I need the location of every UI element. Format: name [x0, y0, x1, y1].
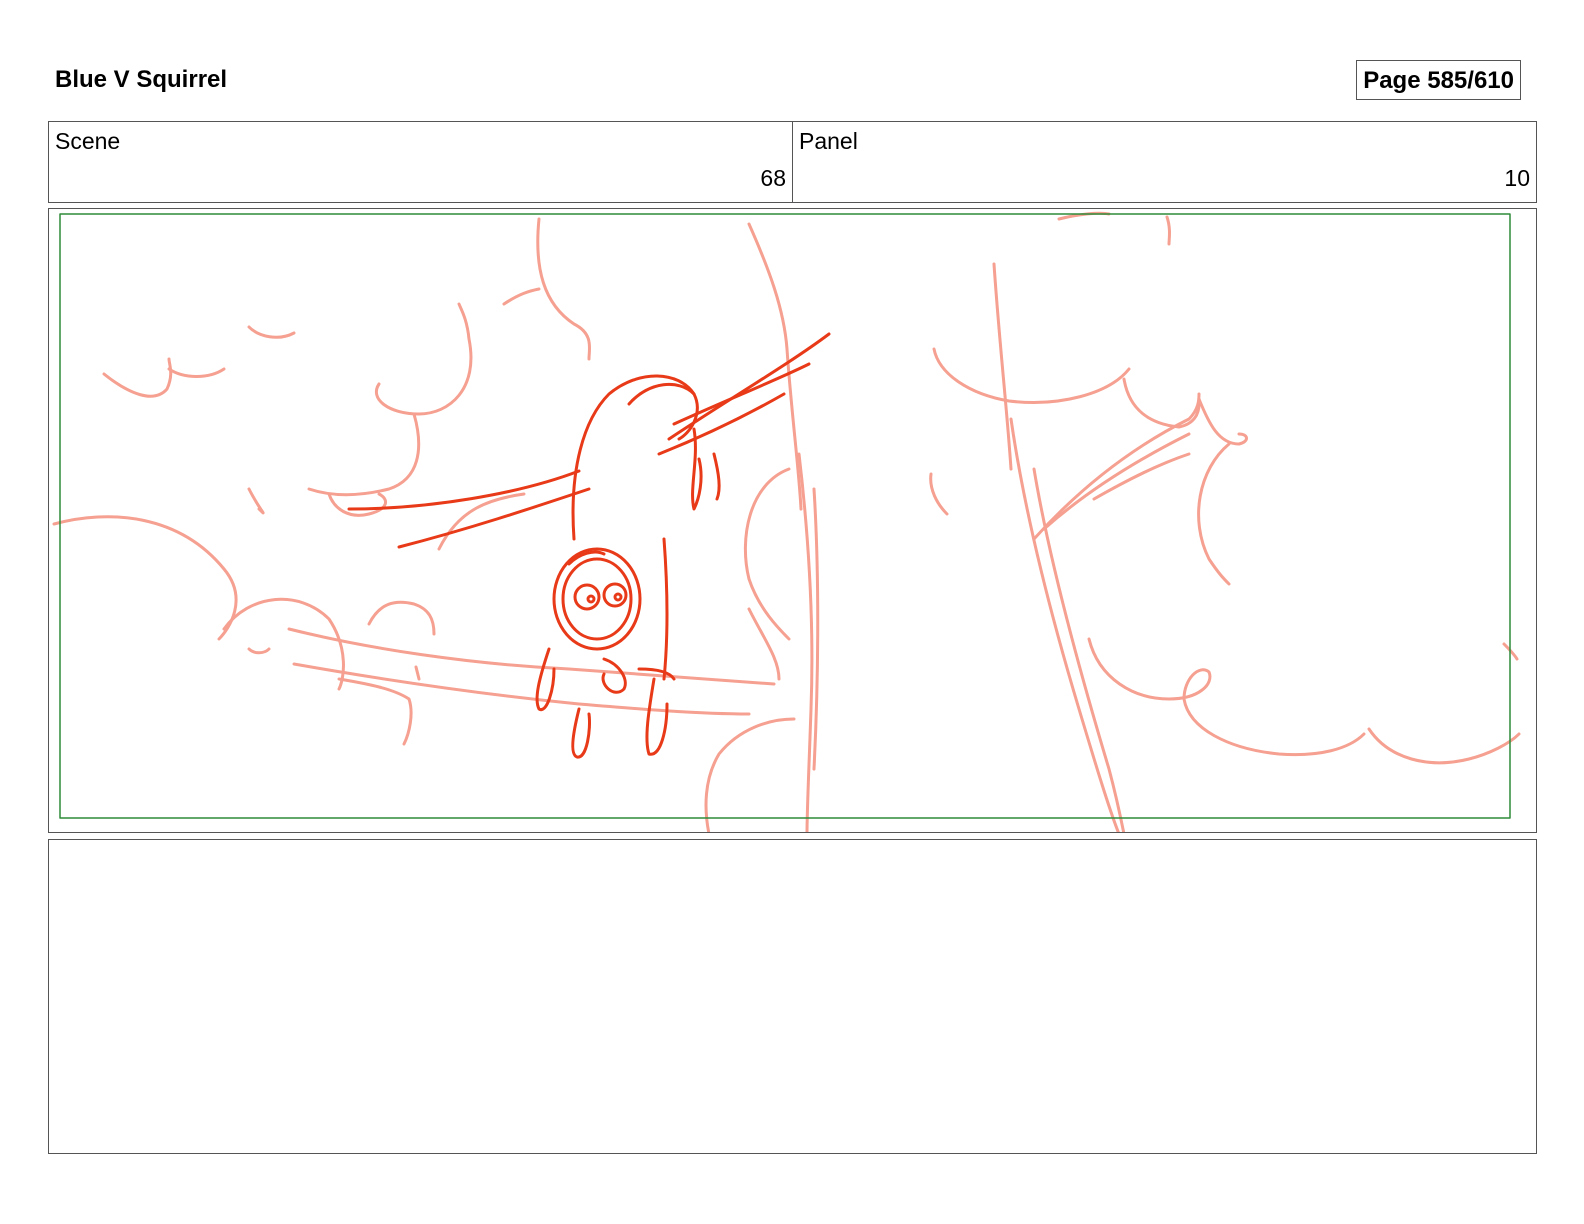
tree-trunk-stroke [747, 222, 803, 511]
cloud-stroke [52, 515, 238, 641]
cloud-stroke [536, 217, 592, 361]
squirrel-head-outline [552, 547, 642, 651]
squirrel-leg [571, 707, 591, 759]
panel-label: Panel [799, 128, 858, 154]
cloud-stroke [502, 287, 541, 306]
tree-trunk-stroke [797, 452, 814, 832]
cloud-stroke [414, 665, 421, 681]
cloud-stroke [1165, 215, 1171, 246]
cloud-stroke [375, 302, 473, 416]
cloud-stroke [1367, 727, 1521, 765]
cloud-stroke [337, 677, 413, 746]
cloud-stroke [704, 717, 796, 832]
tree-trunk-stroke [1009, 417, 1120, 832]
squirrel-paw [601, 657, 627, 694]
cloud-stroke [932, 347, 1131, 404]
squirrel-tail-stroke [691, 427, 703, 511]
sketch-drawing [52, 211, 1521, 832]
panel-number: 10 [1504, 165, 1530, 191]
cloud-stroke [247, 647, 271, 655]
cloud-stroke [222, 597, 345, 691]
storyboard-panel [48, 208, 1537, 833]
cloud-stroke [247, 487, 265, 515]
branch-lower-stroke [292, 662, 751, 716]
tree-trunk-stroke [812, 487, 820, 771]
squirrel-body-stroke [662, 537, 669, 681]
squirrel-tail-stroke [627, 382, 696, 406]
panel-cell: Panel 10 [792, 122, 1536, 202]
tree-trunk-stroke [992, 262, 1013, 471]
cloud-stroke [327, 492, 387, 517]
cloud-stroke [1197, 397, 1248, 446]
squirrel-tail-stroke [712, 452, 721, 501]
cloud-stroke [747, 607, 781, 681]
safe-frame-border [59, 213, 1511, 819]
squirrel-pupil [586, 594, 596, 604]
document-title: Blue V Squirrel [55, 66, 228, 93]
cloud-stroke [929, 472, 949, 516]
scene-number: 68 [760, 165, 786, 191]
cloud-stroke [307, 412, 421, 497]
branch-main-stroke [397, 487, 591, 549]
cloud-stroke [247, 325, 296, 339]
squirrel-leg [645, 677, 669, 756]
scene-label: Scene [55, 128, 121, 154]
cloud-stroke [1087, 637, 1366, 757]
cloud-stroke [367, 600, 436, 636]
branch-right-stroke [1042, 432, 1191, 531]
squirrel-pupil [613, 592, 623, 602]
cloud-stroke [1197, 442, 1231, 586]
cloud-stroke [102, 357, 173, 398]
squirrel-body-stroke [571, 374, 699, 541]
scene-panel-info-table: Scene 68 Panel 10 [48, 121, 1537, 203]
scene-cell: Scene 68 [49, 122, 792, 202]
panel-notes-box [48, 839, 1537, 1154]
page-number: Page 585/610 [1356, 60, 1521, 100]
cloud-stroke [167, 367, 226, 378]
